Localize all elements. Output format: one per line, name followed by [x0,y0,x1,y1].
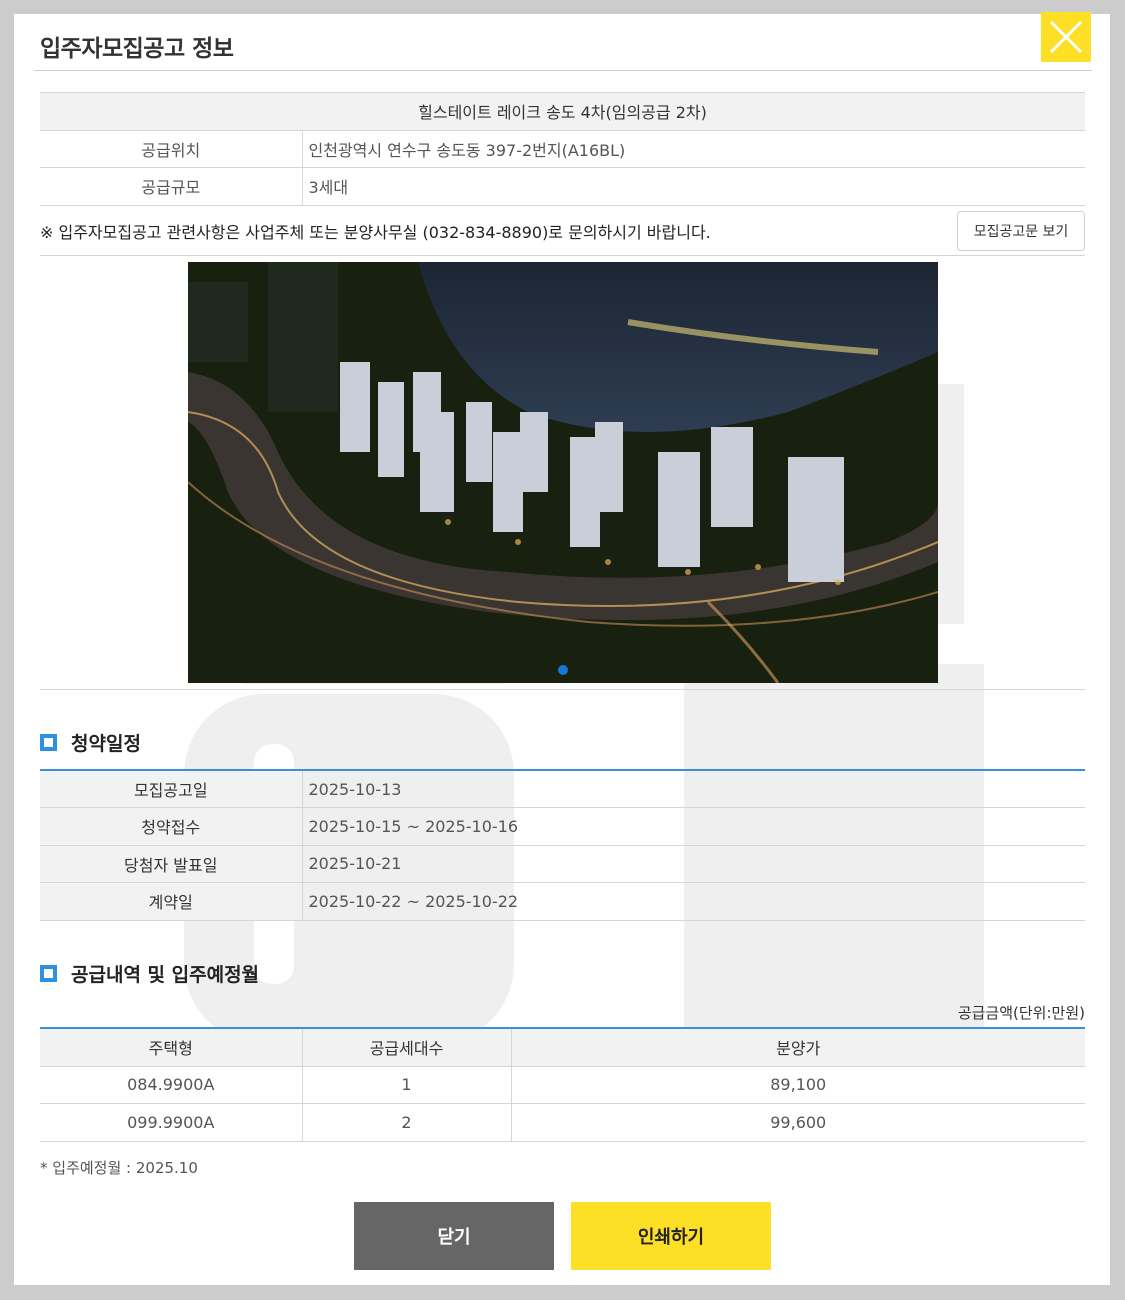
contract-date-value: 2025-10-22 ~ 2025-10-22 [302,882,1085,921]
square-bullet-icon [40,965,57,982]
winner-date-value: 2025-10-21 [302,845,1085,883]
square-bullet-icon [40,734,57,751]
table-row: 084.9900A 1 89,100 [40,1066,1085,1104]
table-row: 계약일 2025-10-22 ~ 2025-10-22 [40,882,1085,921]
table-cell: 89,100 [511,1066,1085,1104]
table-row: 공급위치 인천광역시 연수구 송도동 397-2번지(A16BL) [40,130,1085,168]
table-cell: 084.9900A [40,1066,303,1104]
complex-info-table: 힐스테이트 레이크 송도 4차(임의공급 2차) 공급위치 인천광역시 연수구 … [40,92,1085,206]
table-row: 099.9900A 2 99,600 [40,1103,1085,1142]
notice-modal: 입주자모집공고 정보 힐스테이트 레이크 송도 4차(임의공급 2차) 공급위치… [14,12,1110,1285]
close-button[interactable] [1041,12,1091,62]
contact-notice: ※ 입주자모집공고 관련사항은 사업주체 또는 분양사무실 (032-834-8… [40,222,711,242]
table-row: 청약접수 2025-10-15 ~ 2025-10-16 [40,807,1085,846]
column-header: 분양가 [511,1028,1085,1067]
table-cell: 099.9900A [40,1103,303,1142]
close-x-icon [1049,20,1083,54]
contract-date-label: 계약일 [40,882,303,921]
table-cell: 99,600 [511,1103,1085,1142]
notice-row: ※ 입주자모집공고 관련사항은 사업주체 또는 분양사무실 (032-834-8… [40,206,1085,256]
modal-title: 입주자모집공고 정보 [40,36,234,62]
schedule-section-header: 청약일정 [40,729,141,756]
table-row: 당첨자 발표일 2025-10-21 [40,845,1085,883]
image-divider [40,689,1085,690]
announcement-date-value: 2025-10-13 [302,770,1085,808]
location-label: 공급위치 [40,130,303,168]
schedule-table: 모집공고일 2025-10-13 청약접수 2025-10-15 ~ 2025-… [40,769,1085,921]
table-row: 모집공고일 2025-10-13 [40,770,1085,808]
column-header: 공급세대수 [302,1028,512,1067]
table-cell: 2 [302,1103,512,1142]
application-value: 2025-10-15 ~ 2025-10-16 [302,807,1085,846]
complex-name: 힐스테이트 레이크 송도 4차(임의공급 2차) [40,92,1085,131]
table-row: 공급규모 3세대 [40,167,1085,206]
scale-label: 공급규모 [40,167,303,206]
table-cell: 1 [302,1066,512,1104]
schedule-title: 청약일정 [71,733,141,755]
application-label: 청약접수 [40,807,303,846]
table-header-row: 주택형 공급세대수 분양가 [40,1028,1085,1067]
print-button[interactable]: 인쇄하기 [571,1202,771,1270]
supply-title: 공급내역 및 입주예정월 [71,964,260,986]
supply-table: 주택형 공급세대수 분양가 084.9900A 1 89,100 099.990… [40,1027,1085,1142]
column-header: 주택형 [40,1028,303,1067]
location-value: 인천광역시 연수구 송도동 397-2번지(A16BL) [302,130,1085,168]
carousel-dot-indicator[interactable] [558,665,568,675]
announcement-date-label: 모집공고일 [40,770,303,808]
header-divider [34,70,1092,71]
winner-date-label: 당첨자 발표일 [40,845,303,883]
move-in-note: * 입주예정월 : 2025.10 [40,1159,198,1177]
complex-rendering-image [188,262,938,683]
supply-section-header: 공급내역 및 입주예정월 [40,960,259,987]
unit-note: 공급금액(단위:만원) [957,1004,1085,1022]
view-notice-button[interactable]: 모집공고문 보기 [957,210,1085,251]
close-modal-button[interactable]: 닫기 [354,1202,554,1270]
scale-value: 3세대 [302,167,1085,206]
